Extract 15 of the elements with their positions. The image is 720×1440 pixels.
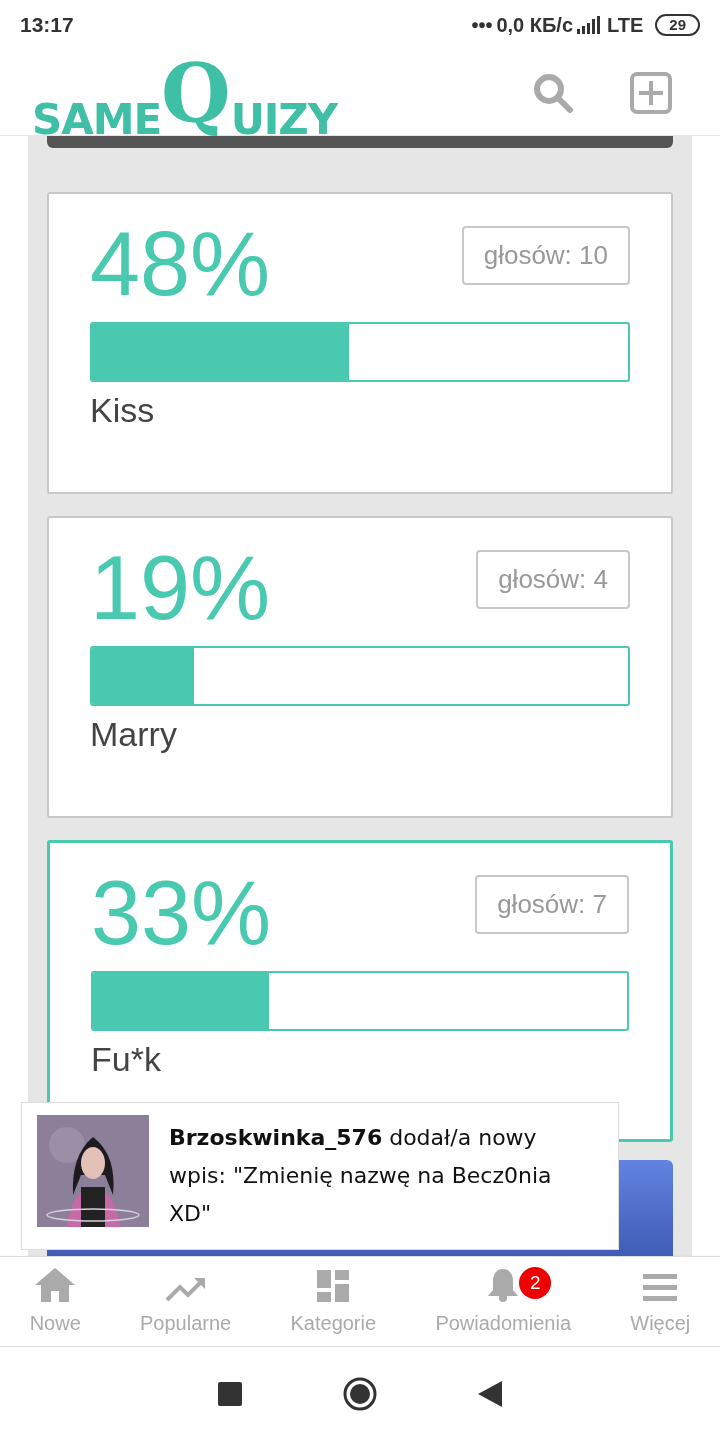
vote-count: głosów: 4	[476, 550, 630, 609]
battery-level: 29	[655, 14, 700, 36]
answer-label: Fu*k	[91, 1039, 162, 1079]
vote-count: głosów: 10	[461, 226, 630, 285]
network-type: LTE	[607, 13, 644, 38]
status-dots: •••	[471, 13, 493, 38]
percent-value: 19%	[90, 538, 271, 638]
answer-label: Marry	[90, 714, 178, 754]
vote-count: głosów: 7	[475, 875, 629, 934]
notification-badge: 2	[519, 1267, 552, 1299]
network-speed: 0,0 КБ/с	[496, 13, 573, 38]
status-time: 13:17	[20, 12, 74, 39]
percent-value: 33%	[91, 863, 272, 963]
percent-value: 48%	[90, 214, 271, 314]
answer-label: Kiss	[90, 390, 156, 430]
